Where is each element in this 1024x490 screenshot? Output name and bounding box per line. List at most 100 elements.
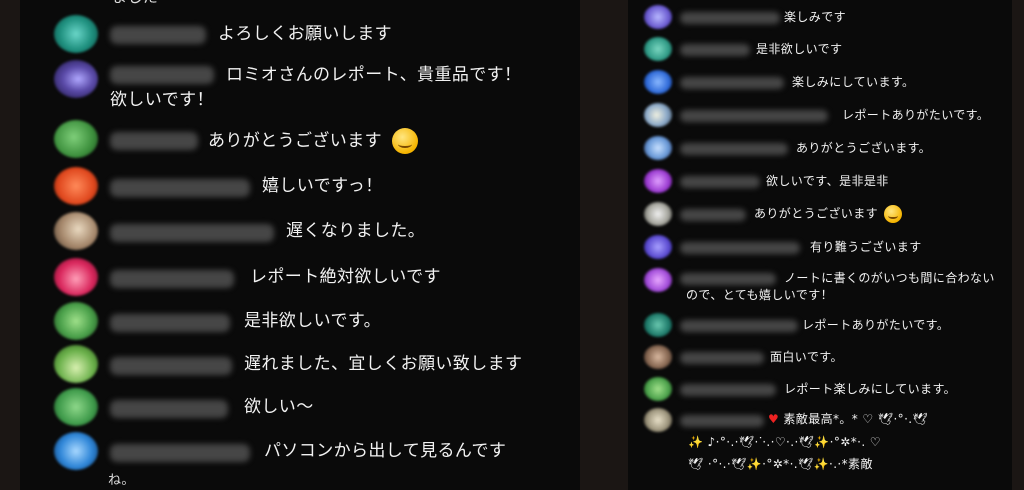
avatar[interactable]: [644, 37, 672, 61]
blurred-username[interactable]: [680, 384, 776, 396]
blurred-username[interactable]: [110, 314, 230, 332]
avatar[interactable]: [54, 388, 98, 426]
blurred-username[interactable]: [110, 357, 232, 375]
blurred-username[interactable]: [110, 444, 250, 462]
avatar[interactable]: [54, 258, 98, 296]
white-heart-emoji-icon: ♡: [774, 435, 787, 449]
dove-emoji-icon: 🕊: [731, 457, 747, 471]
avatar[interactable]: [644, 313, 672, 337]
blurred-username[interactable]: [110, 224, 274, 242]
avatar[interactable]: [54, 212, 98, 250]
blurred-username[interactable]: [680, 12, 780, 24]
blurred-username[interactable]: [680, 320, 798, 332]
avatar[interactable]: [644, 235, 672, 259]
chat-message: パソコンから出して見るんです: [20, 432, 580, 472]
message-text: よろしくお願いします: [218, 24, 392, 44]
chat-message: 楽しみにしています。: [628, 70, 1012, 96]
message-text: 楽しみにしています。: [792, 75, 915, 89]
avatar[interactable]: [54, 167, 98, 205]
message-text: 遅くなりました。: [286, 221, 426, 241]
avatar[interactable]: [54, 15, 98, 53]
blurred-username[interactable]: [110, 66, 214, 84]
chat-message: 遅くなりました。: [20, 212, 580, 252]
message-text: レポートありがたいです。: [802, 318, 950, 332]
message-text: 欲しい〜: [244, 397, 314, 417]
sparkles-emoji-icon: ✨: [813, 457, 829, 471]
blurred-username[interactable]: [110, 400, 228, 418]
message-text: ♥ 素敵最高*。* ♡ 🕊·°·.🕊: [768, 412, 929, 426]
dove-emoji-icon: 🕊: [738, 435, 755, 449]
chat-message: 面白いです。: [628, 345, 1012, 371]
blurred-username[interactable]: [680, 242, 800, 254]
dove-emoji-icon: 🕊: [798, 457, 814, 471]
avatar[interactable]: [644, 169, 672, 193]
avatar[interactable]: [54, 120, 98, 158]
message-text: ね。: [108, 473, 135, 488]
blurred-username[interactable]: [680, 415, 764, 427]
avatar[interactable]: [54, 60, 98, 98]
chat-message: 是非欲しいです。: [20, 302, 580, 342]
chat-message: 是非欲しいです: [628, 37, 1012, 63]
avatar[interactable]: [644, 408, 672, 432]
message-text: レポート絶対欲しいです: [250, 267, 441, 287]
message-text: 欲しいです、是非是非: [766, 174, 889, 188]
message-text: ました: [112, 0, 158, 8]
message-text-body: ありがとうございます: [208, 131, 382, 151]
blurred-username[interactable]: [110, 132, 198, 150]
message-decoration-line: 🕊 ·°·.·🕊✨·°✲*·.🕊✨·.·*素敵: [688, 457, 873, 471]
message-text: 面白いです。: [770, 350, 843, 364]
chat-message: レポートありがたいです。: [628, 103, 1012, 129]
chat-panel-left[interactable]: ました よろしくお願いします ロミオさんのレポート、貴重品です！ 欲しいです！ …: [20, 0, 580, 490]
blurred-username[interactable]: [110, 26, 206, 44]
sparkles-emoji-icon: ✨: [814, 435, 830, 449]
avatar[interactable]: [644, 202, 672, 226]
message-decoration-line: ✨ ♪·°·.·🕊·ᐝ·.·♡·.·🕊✨·°✲*·. ♡: [688, 435, 881, 449]
chat-message: 楽しみです: [628, 5, 1012, 31]
avatar[interactable]: [644, 5, 672, 29]
avatar[interactable]: [54, 345, 98, 383]
blurred-username[interactable]: [680, 44, 750, 56]
dove-emoji-icon: 🕊: [798, 435, 815, 449]
avatar[interactable]: [644, 70, 672, 94]
blurred-username[interactable]: [680, 110, 828, 122]
chat-message: 欲しいです、是非是非: [628, 169, 1012, 195]
chat-message: レポート絶対欲しいです: [20, 258, 580, 298]
message-text: レポート楽しみにしています。: [784, 382, 957, 396]
avatar[interactable]: [644, 268, 672, 292]
message-text: パソコンから出して見るんです: [264, 441, 507, 461]
chat-message: 嬉しいですっ！: [20, 167, 580, 207]
avatar[interactable]: [644, 103, 672, 127]
message-text: ありがとうございます。: [796, 141, 932, 155]
message-text: ロミオさんのレポート、貴重品です！: [226, 65, 522, 85]
avatar[interactable]: [644, 345, 672, 369]
blurred-username[interactable]: [680, 176, 760, 188]
message-text: ありがとうございます: [754, 205, 903, 223]
sparkles-emoji-icon: ✨: [746, 457, 763, 471]
avatar[interactable]: [644, 377, 672, 401]
blurred-username[interactable]: [110, 179, 250, 197]
chat-message-partial: ました: [20, 0, 580, 8]
chat-message: 遅れました、宜しくお願い致します: [20, 345, 580, 385]
blurred-username[interactable]: [680, 77, 784, 89]
white-heart-emoji-icon: ♡: [869, 435, 881, 449]
avatar[interactable]: [54, 432, 98, 470]
chat-message: 欲しい〜: [20, 388, 580, 428]
smiling-face-emoji-icon: [391, 128, 418, 154]
message-text: 有り難うございます: [810, 240, 922, 254]
message-text: 是非欲しいです: [756, 42, 843, 56]
chat-message: 有り難うございます: [628, 235, 1012, 261]
avatar[interactable]: [644, 136, 672, 160]
blurred-username[interactable]: [110, 270, 234, 288]
dove-emoji-icon: 🕊: [912, 412, 929, 426]
message-text: 楽しみです: [784, 10, 847, 24]
blurred-username[interactable]: [680, 352, 764, 364]
blurred-username[interactable]: [680, 209, 746, 221]
message-text: 嬉しいですっ！: [262, 176, 383, 196]
message-text: 是非欲しいです。: [244, 311, 381, 331]
chat-message-partial: ね。: [20, 470, 580, 490]
chat-panel-right[interactable]: 楽しみです 是非欲しいです 楽しみにしています。 レポートありがたいです。 あり…: [628, 0, 1012, 490]
message-text-body: ありがとうございます: [754, 206, 879, 221]
avatar[interactable]: [54, 302, 98, 340]
message-text-continued: 欲しいです！: [110, 90, 214, 110]
blurred-username[interactable]: [680, 143, 788, 155]
